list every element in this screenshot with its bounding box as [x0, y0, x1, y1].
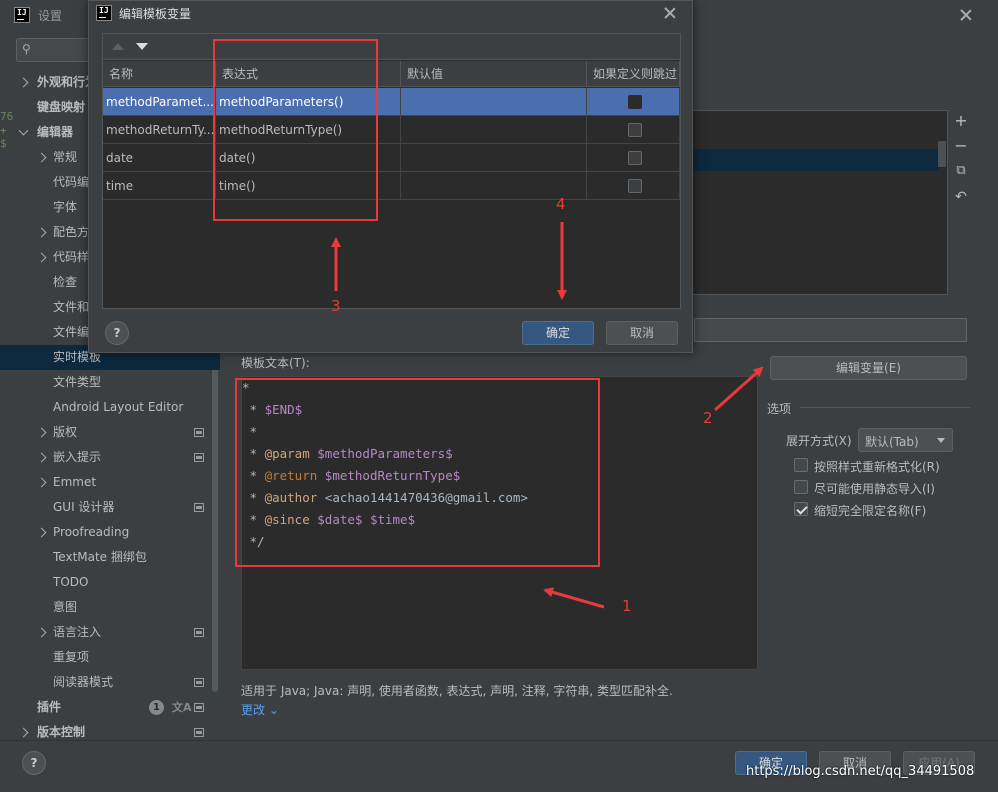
annotation-number-4: 4 [556, 195, 566, 213]
annotation-arrow-1 [543, 587, 605, 609]
annotation-arrow-2 [714, 366, 764, 412]
watermark-text: https://blog.csdn.net/qq_34491508 [746, 764, 975, 779]
annotation-number-1: 1 [622, 597, 632, 615]
annotation-arrows [331, 222, 764, 609]
annotation-number-2: 2 [703, 409, 713, 427]
annotation-number-3: 3 [331, 297, 341, 315]
